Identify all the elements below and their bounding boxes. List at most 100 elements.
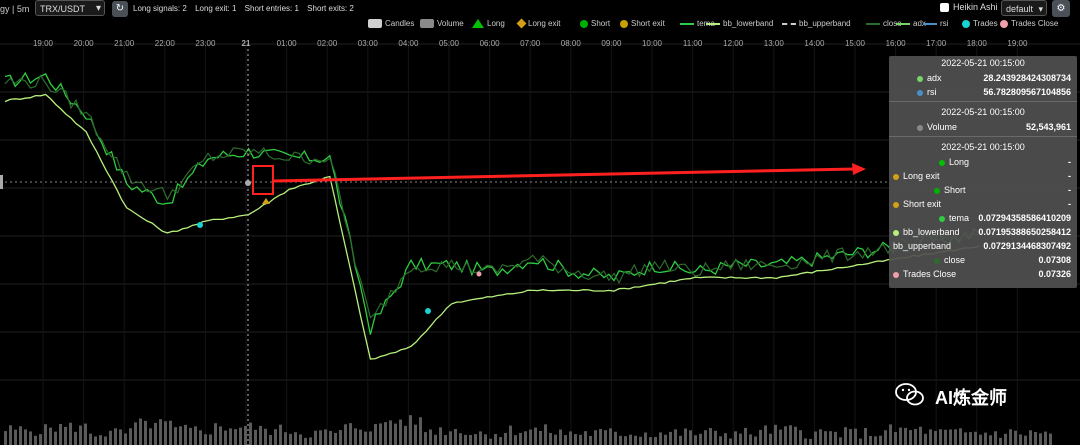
chevron-down-icon: ▾ — [95, 3, 101, 14]
series-dot-icon — [893, 271, 899, 278]
volume-bar — [964, 432, 967, 445]
signal-stats: Long signals: 2 Long exit: 1 Short entri… — [133, 4, 360, 13]
heikin-ashi-toggle[interactable]: Heikin Ashi — [940, 2, 998, 13]
volume-bar — [1004, 433, 1007, 445]
volume-bar — [399, 419, 402, 445]
tooltip-label: Trades Close — [893, 267, 956, 281]
tooltip-label: tema — [939, 211, 969, 225]
heikin-ashi-checkbox[interactable] — [940, 3, 949, 13]
tooltip-divider — [889, 136, 1077, 137]
x-tick-label: 17:00 — [926, 39, 947, 48]
volume-bar — [259, 425, 262, 445]
tooltip-row: bb_lowerband 0.07195388650258412 — [889, 225, 1077, 239]
legend-item-long[interactable]: Long — [472, 18, 505, 30]
volume-bar — [414, 424, 417, 445]
legend-item-short[interactable]: Short — [580, 18, 610, 30]
volume-bar — [819, 429, 822, 445]
legend-item-candles[interactable]: Candles — [368, 18, 414, 30]
volume-bar — [564, 435, 567, 445]
circle-icon — [620, 19, 628, 28]
x-tick-label: 05:00 — [439, 39, 460, 48]
legend-item-rsi[interactable]: rsi — [923, 18, 948, 30]
volume-bar — [754, 436, 757, 445]
volume-bar — [469, 434, 472, 445]
volume-bar — [559, 429, 562, 445]
volume-bar — [834, 431, 837, 445]
legend-item-long-exit[interactable]: Long exit — [516, 18, 561, 30]
legend-item-trades-close[interactable]: Trades Close — [1000, 18, 1058, 30]
pair-select-value: TRX/USDT — [40, 4, 85, 14]
volume-bar — [864, 428, 867, 445]
volume-bar — [154, 422, 157, 445]
tooltip-row: bb_upperband 0.0729134468307492 — [889, 239, 1077, 253]
volume-bar — [949, 429, 952, 445]
volume-bar — [69, 422, 72, 445]
legend-item-bb-upperband[interactable]: bb_upperband — [782, 18, 851, 30]
volume-bar — [44, 424, 47, 445]
legend-item-volume[interactable]: Volume — [420, 18, 464, 30]
line-icon — [680, 22, 694, 25]
volume-bar — [994, 431, 997, 445]
volume-bar — [594, 430, 597, 445]
legend-item-adx[interactable]: adx — [896, 18, 926, 30]
refresh-icon: ↻ — [115, 3, 125, 14]
volume-bar — [354, 428, 357, 445]
volume-bar — [854, 428, 857, 445]
trade-marker — [197, 222, 203, 228]
theme-select[interactable]: default ▾ — [1001, 0, 1047, 16]
legend-label: Short — [591, 19, 611, 28]
gear-icon: ⚙ — [1056, 3, 1066, 14]
volume-bar — [119, 429, 122, 445]
series-dot-icon — [917, 124, 923, 131]
volume-bar — [334, 433, 337, 445]
legend-item-bb-lowerband[interactable]: bb_lowerband — [706, 18, 773, 30]
volume-bar — [114, 428, 117, 445]
volume-bar — [699, 433, 702, 445]
tooltip-label: close — [934, 253, 965, 267]
volume-bar — [954, 429, 957, 445]
chart-tooltip: 2022-05-21 00:15:00 adx 28.243928424308734… — [889, 56, 1077, 288]
line-icon — [866, 22, 880, 25]
tooltip-divider — [889, 101, 1077, 102]
settings-button[interactable]: ⚙ — [1052, 0, 1070, 17]
tooltip-value: - — [1068, 157, 1071, 167]
volume-bar — [464, 434, 467, 445]
tooltip-timestamp: 2022-05-21 00:15:00 — [941, 107, 1025, 117]
volume-bar — [684, 428, 687, 445]
x-tick-label: 02:00 — [317, 39, 338, 48]
volume-bar — [249, 422, 252, 445]
volume-bar — [1024, 435, 1027, 445]
volume-bar — [604, 430, 607, 445]
volume-bar — [109, 430, 112, 445]
axis-handle — [0, 175, 3, 189]
volume-bar — [914, 428, 917, 445]
legend-label: Long exit — [528, 19, 561, 28]
volume-bar — [524, 431, 527, 445]
volume-bar — [514, 435, 517, 445]
volume-bar — [459, 433, 462, 445]
volume-bar — [39, 434, 42, 445]
volume-bar — [804, 438, 807, 445]
volume-bar — [979, 434, 982, 445]
volume-bar — [329, 430, 332, 445]
volume-bar — [1014, 430, 1017, 445]
volume-bar — [384, 422, 387, 445]
volume-bar — [129, 428, 132, 445]
volume-bar — [989, 435, 992, 445]
tooltip-row: rsi 56.782809567104856 — [889, 85, 1077, 99]
volume-bar — [59, 423, 62, 445]
volume-bar — [759, 429, 762, 445]
volume-bar — [169, 420, 172, 445]
volume-bar — [224, 430, 227, 445]
volume-bar — [659, 432, 662, 445]
volume-bar — [164, 421, 167, 445]
tooltip-row: tema 0.07294358586410209 — [889, 211, 1077, 225]
pair-select[interactable]: TRX/USDT ▾ — [35, 0, 105, 16]
volume-bar — [34, 435, 37, 445]
volume-bar — [909, 430, 912, 445]
legend-item-trades[interactable]: Trades — [962, 18, 998, 30]
refresh-button[interactable]: ↻ — [112, 1, 128, 17]
legend-label: bb_lowerband — [723, 19, 774, 28]
legend-item-short-exit[interactable]: Short exit — [620, 18, 665, 30]
volume-bar — [794, 426, 797, 445]
